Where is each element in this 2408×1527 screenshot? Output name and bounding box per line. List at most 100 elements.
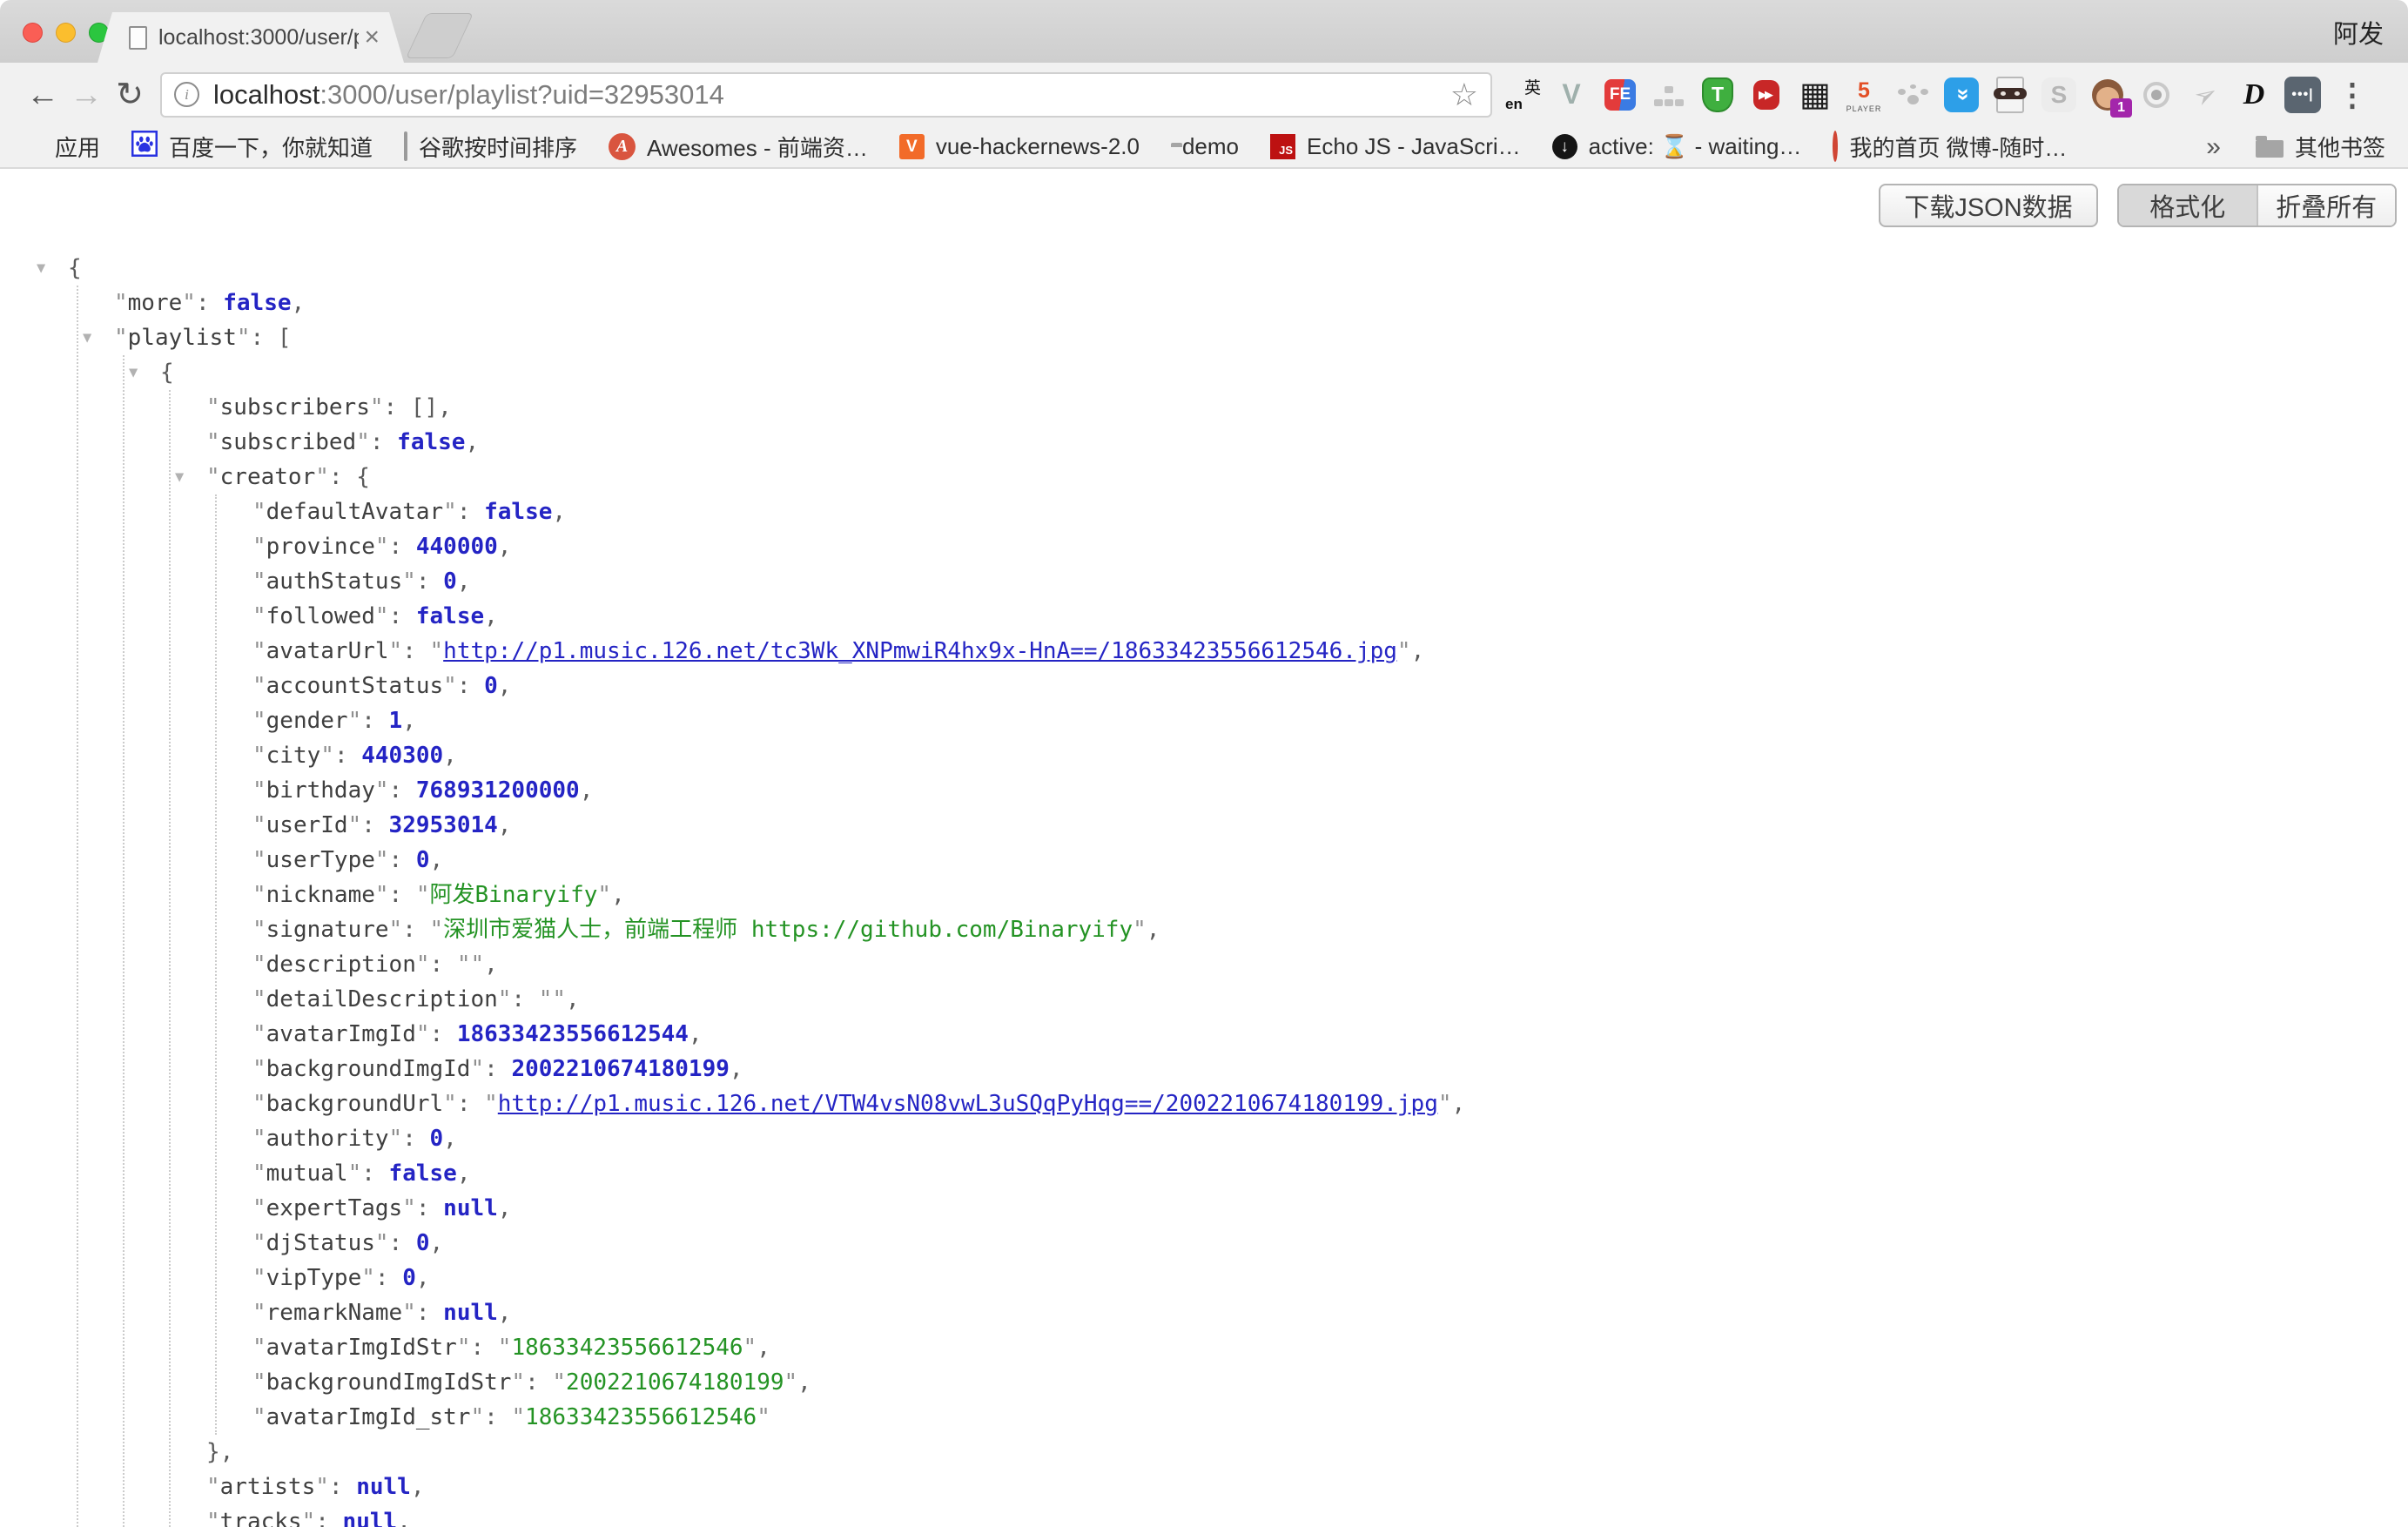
bookmarks-overflow-chevron[interactable]: » (2206, 132, 2221, 162)
pocket-extension-icon[interactable]: « (1941, 75, 1981, 115)
json-line: "artists": null, (0, 1470, 2408, 1504)
json-line: }, (0, 1435, 2408, 1470)
json-line: "backgroundUrl": "http://p1.music.126.ne… (0, 1086, 2408, 1121)
url-text[interactable]: localhost:3000/user/playlist?uid=3295301… (213, 79, 1442, 111)
active-tab[interactable]: localhost:3000/user/playlist?ui × (98, 12, 404, 63)
json-url-link[interactable]: http://p1.music.126.net/VTW4vsN08vwL3uSQ… (498, 1091, 1438, 1117)
password-extension-icon[interactable]: •••| (2283, 75, 2323, 115)
json-line: "avatarImgId_str": "18633423556612546" (0, 1400, 2408, 1435)
indent-guide (169, 390, 171, 1527)
bookmark-items: 应用百度一下，你就知道谷歌按时间排序 AAwesomes - 前端资… Vvue-h… (23, 131, 2067, 163)
bookmark-demo[interactable]: demo (1171, 133, 1239, 160)
new-tab-button[interactable] (406, 13, 474, 58)
address-bar[interactable]: i localhost:3000/user/playlist?uid=32953… (160, 72, 1492, 118)
s-extension-icon[interactable]: S (2039, 75, 2079, 115)
json-line: "expertTags": null, (0, 1191, 2408, 1226)
hummingbird-extension-icon[interactable]: ➢ (2185, 75, 2225, 115)
extension-badge: 1 (2110, 98, 2132, 118)
json-line: "mutual": false, (0, 1156, 2408, 1191)
monkey-extension-icon[interactable]: 1 (2088, 75, 2128, 115)
json-line: "subscribed": false, (0, 425, 2408, 460)
folder-icon (2256, 140, 2284, 158)
json-tree: ▼{"more": false,▼"playlist": [▼{"subscri… (0, 169, 2408, 1527)
bookmark-apps[interactable]: 应用 (23, 131, 100, 163)
json-line: "detailDescription": "", (0, 982, 2408, 1017)
tab-strip: localhost:3000/user/playlist?ui × 阿发 (0, 0, 2408, 63)
json-line: ▼"playlist": [ (0, 320, 2408, 355)
profile-name[interactable]: 阿发 (2333, 14, 2384, 50)
forward-button: → (64, 78, 108, 111)
close-window-button[interactable] (23, 23, 43, 43)
json-line: "userType": 0, (0, 843, 2408, 878)
back-button[interactable]: ← (21, 78, 64, 111)
html5-player-extension-icon[interactable]: 5PLAYER (1844, 75, 1884, 115)
vue-icon: V (899, 134, 925, 159)
toolbar: ← → ↻ i localhost:3000/user/playlist?uid… (0, 63, 2408, 126)
dictionary-extension-icon[interactable]: D (2234, 75, 2274, 115)
collapse-arrow-icon[interactable]: ▼ (129, 355, 138, 390)
format-button[interactable]: 格式化 (2119, 185, 2257, 225)
collapse-arrow-icon[interactable]: ▼ (175, 460, 184, 494)
sitemap-extension-icon[interactable] (1649, 75, 1689, 115)
json-line: "avatarImgId": 18633423556612544, (0, 1017, 2408, 1052)
bookmark-label: 我的首页 微博-随时… (1849, 131, 2067, 163)
collapse-arrow-icon[interactable]: ▼ (83, 320, 91, 355)
bookmark-google-by-time[interactable]: 谷歌按时间排序 (404, 131, 577, 163)
indent-guide (123, 355, 124, 1527)
collapse-all-button[interactable]: 折叠所有 (2257, 185, 2396, 225)
json-line: "accountStatus": 0, (0, 669, 2408, 703)
arrow-circle-icon: ↓ (1552, 134, 1577, 159)
json-line: "remarkName": null, (0, 1295, 2408, 1330)
url-host: localhost (213, 79, 319, 110)
json-line: "defaultAvatar": false, (0, 494, 2408, 529)
translate-extension-icon[interactable]: en英 (1503, 75, 1543, 115)
bookmark-active[interactable]: ↓active: ⌛ - waiting… (1552, 133, 1802, 160)
json-line: "backgroundImgId": 2002210674180199, (0, 1052, 2408, 1086)
mask-file-extension-icon[interactable] (1990, 75, 2030, 115)
indent-guide (77, 286, 78, 1527)
qrcode-extension-icon[interactable]: ▦ (1795, 75, 1835, 115)
download-json-button[interactable]: 下载JSON数据 (1879, 184, 2098, 227)
page-content: ▼{"more": false,▼"playlist": [▼{"subscri… (0, 169, 2408, 1527)
bookmark-baidu[interactable]: 百度一下，你就知道 (131, 131, 373, 163)
json-line: "followed": false, (0, 599, 2408, 634)
bookmark-awesomes[interactable]: AAwesomes - 前端资… (609, 131, 868, 163)
json-line: ▼"creator": { (0, 460, 2408, 494)
bookmark-echojs[interactable]: JSEcho JS - JavaScri… (1270, 133, 1521, 160)
json-url-link[interactable]: http://p1.music.126.net/tc3Wk_XNPmwiR4hx… (443, 638, 1397, 664)
json-line: "avatarImgIdStr": "18633423556612546", (0, 1330, 2408, 1365)
browser-menu-icon[interactable]: ⋮ (2337, 77, 2368, 113)
other-bookmarks-folder[interactable]: 其他书签 (2256, 131, 2385, 163)
echojs-icon: JS (1270, 134, 1295, 159)
bookmark-weibo[interactable]: 我的首页 微博-随时… (1833, 131, 2067, 163)
weibo-icon (1833, 133, 1838, 160)
page-icon (404, 133, 407, 160)
bookmark-star-icon[interactable]: ☆ (1450, 79, 1478, 111)
tampermonkey-extension-icon[interactable]: T (1698, 75, 1738, 115)
reload-button[interactable]: ↻ (108, 78, 151, 111)
bookmark-label: 应用 (55, 131, 100, 163)
json-line: "description": "", (0, 947, 2408, 982)
baidu-paw-icon (131, 131, 158, 163)
json-line: ▼{ (0, 251, 2408, 286)
bookmark-vue-hackernews[interactable]: Vvue-hackernews-2.0 (899, 133, 1140, 160)
video-speed-extension-icon[interactable]: ▶▶ (1746, 75, 1786, 115)
awesomes-icon: A (609, 133, 636, 160)
json-line: "subscribers": [], (0, 390, 2408, 425)
json-line: "djStatus": 0, (0, 1226, 2408, 1261)
window-controls (23, 23, 109, 43)
url-path: :3000/user/playlist?uid=32953014 (319, 79, 724, 110)
page-info-icon[interactable]: i (174, 82, 199, 107)
tab-close-icon[interactable]: × (364, 24, 380, 50)
paw-extension-icon[interactable] (1893, 75, 1933, 115)
json-line: "province": 440000, (0, 529, 2408, 564)
json-line: ▼{ (0, 355, 2408, 390)
vue-devtools-extension-icon[interactable]: V (1551, 75, 1591, 115)
json-line: "vipType": 0, (0, 1261, 2408, 1295)
minimize-window-button[interactable] (56, 23, 76, 43)
fe-helper-extension-icon[interactable]: FE (1600, 75, 1640, 115)
weibo-extension-icon[interactable] (2136, 75, 2176, 115)
page-favicon-icon (129, 26, 147, 50)
json-line: "gender": 1, (0, 703, 2408, 738)
collapse-arrow-icon[interactable]: ▼ (37, 251, 45, 286)
